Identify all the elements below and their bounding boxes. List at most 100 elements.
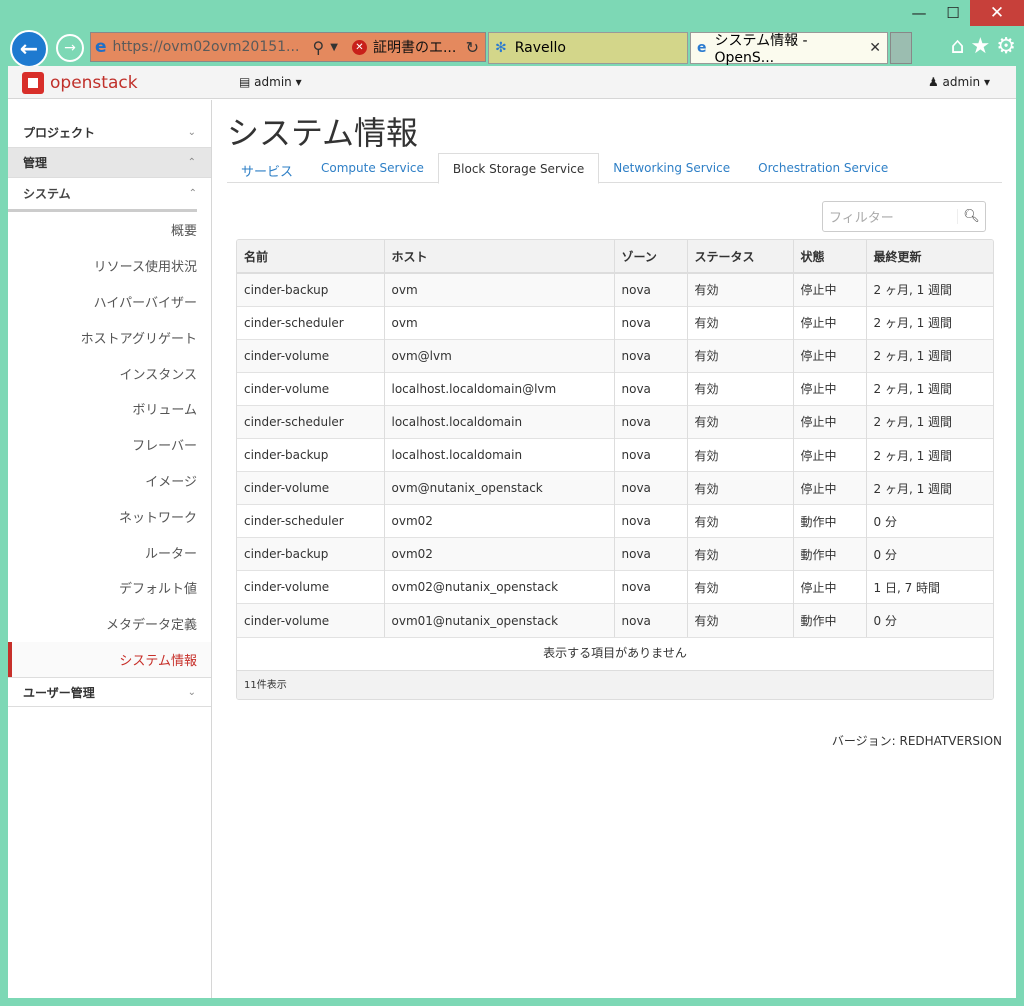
cell-name: cinder-volume [237,471,385,505]
sidebar-subsection-system[interactable]: システム ⌃ [8,178,197,212]
openstack-logo-icon [22,72,44,94]
cell-state: 停止中 [793,437,867,472]
cell-zone: nova [614,603,688,638]
caret-down-icon: ▾ [983,75,990,89]
col-name-header[interactable]: 名前 [237,240,385,274]
user-menu[interactable]: ♟ admin ▾ [928,75,990,89]
cell-updated: 1 日, 7 時間 [866,570,993,604]
tab-services[interactable]: サービス [227,153,307,183]
version-label: バージョン: REDHATVERSION [831,734,1002,748]
gear-icon[interactable]: ⚙ [996,34,1016,59]
home-icon[interactable]: ⌂ [951,34,965,59]
tab-orchestration-service[interactable]: Orchestration Service [744,153,902,183]
cell-updated: 2 ヶ月, 1 週間 [866,272,993,307]
table-count: 11件表示 [237,670,993,700]
tab-block-storage-service[interactable]: Block Storage Service [437,153,600,184]
sidebar-item-system-info[interactable]: システム情報 [8,641,211,678]
cell-name: cinder-scheduler [237,504,385,538]
sidebar-item-instances[interactable]: インスタンス [8,355,211,391]
sidebar-section-label: 管理 [23,156,48,170]
table-row: cinder-volume ovm02@nutanix_openstack nova… [237,570,993,604]
sidebar-item-routers[interactable]: ルーター [8,534,211,570]
filter-placeholder: フィルター [829,211,894,226]
cell-status: 有効 [687,338,794,373]
maximize-button[interactable]: ☐ [936,0,970,26]
sidebar-item-images[interactable]: イメージ [8,463,211,499]
address-url[interactable]: https://ovm02ovm20151... [113,39,309,55]
filter-input[interactable]: フィルター 🔍︎ [822,201,986,232]
cell-host: ovm02 [384,537,615,571]
browser-tab-system-info[interactable]: e システム情報 - OpenS... ✕ [690,32,888,66]
cell-state: 停止中 [793,338,867,373]
cell-state: 停止中 [793,404,867,439]
cell-updated: 2 ヶ月, 1 週間 [866,437,993,472]
col-status-header[interactable]: ステータス [687,240,794,274]
chevron-up-icon: ⌃ [188,188,197,199]
browser-content: openstack ▤ admin ▾ ♟ admin ▾ プロジェクト ⌄ 管… [8,66,1016,998]
col-updated-header[interactable]: 最終更新 [866,240,993,274]
sidebar-item-host-aggregates[interactable]: ホストアグリゲート [8,319,211,355]
cell-updated: 2 ヶ月, 1 週間 [866,338,993,373]
sidebar-section-admin[interactable]: 管理 ⌃ [8,148,211,178]
sidebar-item-hypervisors[interactable]: ハイパーバイザー [8,284,211,320]
col-host-header[interactable]: ホスト [384,240,615,274]
search-icon[interactable]: 🔍︎ [957,209,985,224]
cell-host: ovm02 [384,504,615,538]
refresh-icon[interactable]: ↻ [466,38,479,57]
chevron-down-icon[interactable]: ▼ [330,42,338,53]
cell-state: 停止中 [793,272,867,307]
cell-state: 停止中 [793,305,867,340]
back-button[interactable]: ← [10,30,48,68]
ravello-favicon-icon: ✻ [495,40,507,56]
project-selector[interactable]: ▤ admin ▾ [239,75,302,89]
cell-host: ovm@lvm [384,338,615,373]
cell-zone: nova [614,570,688,604]
cell-host: localhost.localdomain [384,437,615,472]
table-row: cinder-scheduler ovm02 nova 有効 動作中 0 分 [237,504,993,538]
table-row: cinder-volume localhost.localdomain@lvm no… [237,371,993,406]
cell-state: 動作中 [793,603,867,638]
sidebar-section-project[interactable]: プロジェクト ⌄ [8,118,211,148]
table-row: cinder-scheduler ovm nova 有効 停止中 2 ヶ月, 1 週間 [237,305,993,340]
sidebar-item-volumes[interactable]: ボリューム [8,391,211,427]
cell-zone: nova [614,272,688,307]
cell-host: localhost.localdomain [384,404,615,439]
sidebar-item-metadata[interactable]: メタデータ定義 [8,606,211,642]
cert-error-text[interactable]: 証明書のエ... [373,37,456,57]
cell-zone: nova [614,305,688,340]
cell-updated: 2 ヶ月, 1 週間 [866,471,993,505]
project-name: admin [254,75,292,89]
cell-state: 動作中 [793,537,867,571]
tab-close-icon[interactable]: ✕ [869,40,881,56]
star-icon[interactable]: ★ [971,34,991,59]
sidebar-item-networks[interactable]: ネットワーク [8,498,211,534]
close-window-button[interactable]: ✕ [970,0,1024,26]
tab-networking-service[interactable]: Networking Service [599,153,744,183]
openstack-logo[interactable]: openstack [22,72,138,94]
col-state-header[interactable]: 状態 [793,240,867,274]
col-zone-header[interactable]: ゾーン [614,240,688,274]
cell-status: 有効 [687,603,794,638]
brand-text: openstack [50,73,138,93]
cell-state: 停止中 [793,570,867,604]
arrow-right-icon: → [64,40,76,56]
sidebar-item-flavors[interactable]: フレーバー [8,427,211,463]
tab-compute-service[interactable]: Compute Service [307,153,438,183]
forward-button[interactable]: → [56,34,84,62]
browser-tab-ravello[interactable]: ✻ Ravello [488,32,688,64]
sidebar-section-user-mgmt[interactable]: ユーザー管理 ⌄ [8,677,211,708]
address-bar[interactable]: e https://ovm02ovm20151... ⚲ ▼ ✕ 証明書のエ..… [90,32,486,62]
search-icon[interactable]: ⚲ [313,38,325,57]
cell-status: 有効 [687,471,794,505]
minimize-button[interactable]: — [902,0,936,26]
sidebar-item-defaults[interactable]: デフォルト値 [8,570,211,606]
sidebar-item-resource-usage[interactable]: リソース使用状況 [8,248,211,284]
cell-host: ovm02@nutanix_openstack [384,570,615,604]
cell-status: 有効 [687,437,794,472]
cell-status: 有効 [687,404,794,439]
new-tab-button[interactable] [890,32,912,64]
cert-error-icon[interactable]: ✕ [351,39,367,55]
table-header-row: 名前 ホスト ゾーン ステータス 状態 最終更新 [237,240,993,274]
sidebar-item-overview[interactable]: 概要 [8,212,211,248]
cell-name: cinder-backup [237,537,385,571]
